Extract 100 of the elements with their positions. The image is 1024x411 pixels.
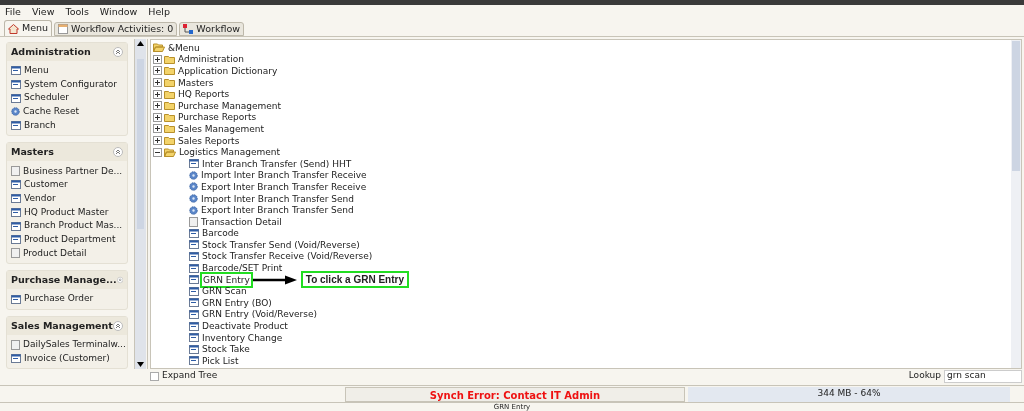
window-icon	[189, 228, 199, 238]
collapse-icon[interactable]	[153, 147, 162, 157]
menu-bar-entry[interactable]: Window	[99, 5, 138, 20]
menu-bar-entry[interactable]: Help	[148, 5, 170, 20]
checkbox[interactable]	[150, 371, 159, 381]
tree-item[interactable]: GRN Entry	[202, 273, 251, 286]
tree-item[interactable]: Sales Reports	[177, 134, 241, 147]
sidebar-item[interactable]: Product Department	[24, 232, 116, 247]
tree-item[interactable]: Import Inter Branch Transfer Send	[200, 192, 356, 205]
tree-item[interactable]: Deactivate Product	[201, 320, 289, 333]
arrow	[252, 274, 297, 285]
workflow-icon	[183, 24, 194, 34]
window-icon	[189, 240, 199, 250]
gear-icon	[11, 107, 20, 117]
scroll-up-icon[interactable]	[137, 41, 144, 46]
sidebar-item[interactable]: Cache Reset	[23, 105, 79, 119]
tree-item[interactable]: Application Dictionary	[177, 65, 279, 77]
document-icon	[11, 166, 20, 177]
tree-item[interactable]: Barcode	[201, 227, 240, 240]
tree-item[interactable]: Export Inter Branch Transfer Receive	[200, 180, 368, 193]
sidebar-item[interactable]: Menu	[24, 64, 49, 78]
tree-item[interactable]: Purchase Management	[177, 99, 283, 112]
panel-title: Administration	[11, 44, 91, 59]
window-icon	[189, 321, 199, 331]
window-icon	[11, 221, 21, 231]
sidebar-item[interactable]: Invoice (Customer)	[24, 351, 110, 366]
expand-icon[interactable]	[153, 136, 162, 146]
folder-icon	[164, 89, 175, 99]
folder-icon	[164, 78, 175, 88]
menu-bar-entry[interactable]: File	[5, 5, 21, 20]
tree-item[interactable]: Sales Management	[177, 122, 266, 135]
menu-bar-entry[interactable]: View	[31, 5, 55, 20]
window-icon	[189, 309, 199, 319]
sidebar-item[interactable]: Scheduler	[24, 91, 70, 105]
tree-item[interactable]: Purchase Reports	[177, 111, 258, 124]
tree-item[interactable]: GRN Entry (BO)	[201, 296, 273, 309]
callout-label: To click a GRN Entry	[300, 271, 409, 289]
window-icon	[11, 66, 21, 76]
expand-icon[interactable]	[153, 101, 162, 111]
window-icon	[11, 235, 21, 245]
sidebar-item[interactable]: Vendor	[24, 191, 56, 206]
window-icon	[189, 275, 199, 285]
tab[interactable]: Workflow Activities: 0	[54, 22, 178, 36]
scrollbar[interactable]	[134, 39, 146, 369]
tree-item[interactable]: Export Inter Branch Transfer Send	[200, 204, 355, 217]
sidebar-item[interactable]: Product Detail	[23, 246, 87, 261]
tree-item[interactable]: Inter Branch Transfer (Send) HHT	[201, 157, 353, 170]
open-folder-icon	[153, 43, 165, 53]
expand-icon[interactable]	[153, 78, 162, 88]
checkbox-label: Expand Tree	[162, 369, 218, 383]
tree-item[interactable]: Stock Transfer Receive (Void/Reverse)	[201, 250, 374, 263]
scrollbar[interactable]	[1011, 40, 1021, 368]
expand-icon[interactable]	[153, 66, 162, 76]
tree-item[interactable]: Transaction Detail	[200, 215, 283, 228]
sidebar-item[interactable]: Business Partner De...	[23, 164, 123, 179]
sidebar-item[interactable]: Customer	[24, 178, 68, 192]
window-icon	[189, 252, 199, 261]
scroll-down-icon[interactable]	[137, 362, 144, 367]
document-icon	[189, 216, 198, 227]
sidebar-item[interactable]: Purchase Order	[24, 292, 94, 306]
tree-item[interactable]: Import Inter Branch Transfer Receive	[200, 169, 368, 182]
tree-item[interactable]: GRN Entry (Void/Reverse)	[201, 308, 319, 321]
window-icon	[189, 298, 199, 308]
window-icon	[11, 194, 21, 204]
window-icon	[11, 207, 21, 217]
window-icon	[11, 80, 21, 90]
expand-icon[interactable]	[153, 89, 162, 99]
tab[interactable]: Workflow	[179, 22, 244, 36]
window-icon	[189, 263, 199, 273]
expand-icon[interactable]	[153, 54, 162, 64]
folder-icon	[164, 66, 175, 76]
tree-item[interactable]: Stock Take	[201, 343, 251, 356]
sidebar-item[interactable]: Branch	[24, 118, 56, 133]
window-icon	[11, 294, 21, 304]
tree-item[interactable]: Logistics Management	[178, 146, 282, 159]
panel-title: Masters	[11, 145, 54, 160]
tree-item[interactable]: GRN Scan	[201, 285, 248, 298]
menu-bar-entry[interactable]: Tools	[65, 5, 89, 20]
tab[interactable]: Menu	[4, 20, 53, 36]
folder-icon	[164, 112, 175, 122]
expand-icon[interactable]	[153, 112, 162, 122]
status-message[interactable]: Synch Error: Contact IT Admin	[345, 386, 685, 402]
document-icon	[11, 248, 20, 259]
sidebar-item[interactable]: HQ Product Master	[24, 205, 109, 220]
tree-item[interactable]: Barcode/SET Print	[201, 262, 284, 275]
tree-item[interactable]: Administration	[177, 53, 245, 66]
tree-item[interactable]: &Menu	[167, 41, 201, 54]
sidebar-item[interactable]: DailySales Terminalw...	[23, 338, 126, 352]
memory-reading: 344 MB - 64%	[817, 387, 881, 401]
panel-title: Sales Management	[11, 318, 113, 333]
expand-icon[interactable]	[153, 124, 162, 134]
sidebar-item[interactable]: System Configurator	[24, 77, 117, 92]
folder-icon	[164, 136, 175, 146]
tree-item[interactable]: Inventory Change	[201, 331, 284, 344]
tree-item[interactable]: Masters	[177, 76, 215, 89]
tree-item[interactable]: Stock Transfer Send (Void/Reverse)	[201, 238, 361, 251]
tree-item[interactable]: Pick List	[201, 354, 240, 367]
sidebar-item[interactable]: Branch Product Mas...	[24, 219, 123, 233]
lookup-field[interactable]: grn scan	[944, 369, 1022, 383]
tree-item[interactable]: HQ Reports	[177, 88, 231, 101]
